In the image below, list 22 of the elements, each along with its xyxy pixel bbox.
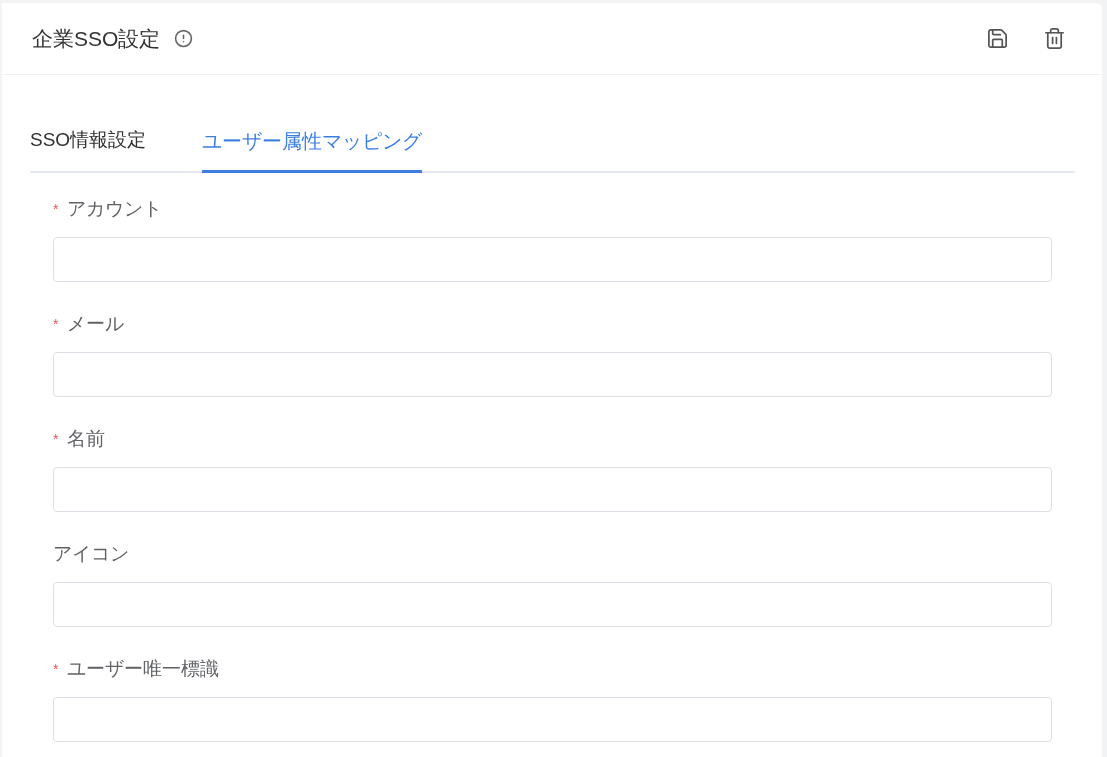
field-label: メール bbox=[67, 311, 124, 336]
page-title: 企業SSO設定 bbox=[32, 25, 161, 52]
tab[interactable]: ユーザー属性マッピング bbox=[202, 111, 423, 173]
save-icon bbox=[986, 27, 1009, 50]
required-mark: * bbox=[53, 432, 60, 446]
input-field[interactable] bbox=[53, 467, 1052, 512]
input-field[interactable] bbox=[53, 352, 1052, 397]
input-field[interactable] bbox=[53, 697, 1052, 742]
input-field[interactable] bbox=[53, 237, 1052, 282]
required-mark: * bbox=[53, 202, 60, 216]
tab[interactable]: SSO情報設定 bbox=[30, 111, 147, 173]
field-label: アカウント bbox=[67, 196, 162, 221]
input-field[interactable] bbox=[53, 582, 1052, 627]
required-mark: * bbox=[53, 662, 60, 676]
field-label: アイコン bbox=[53, 541, 129, 566]
field-label: ユーザー唯一標識 bbox=[67, 656, 219, 681]
field-label: 名前 bbox=[67, 426, 105, 451]
trash-icon bbox=[1043, 27, 1066, 50]
save-button[interactable] bbox=[986, 27, 1009, 50]
info-icon[interactable] bbox=[174, 29, 194, 48]
delete-button[interactable] bbox=[1043, 27, 1066, 50]
required-mark: * bbox=[53, 317, 60, 331]
